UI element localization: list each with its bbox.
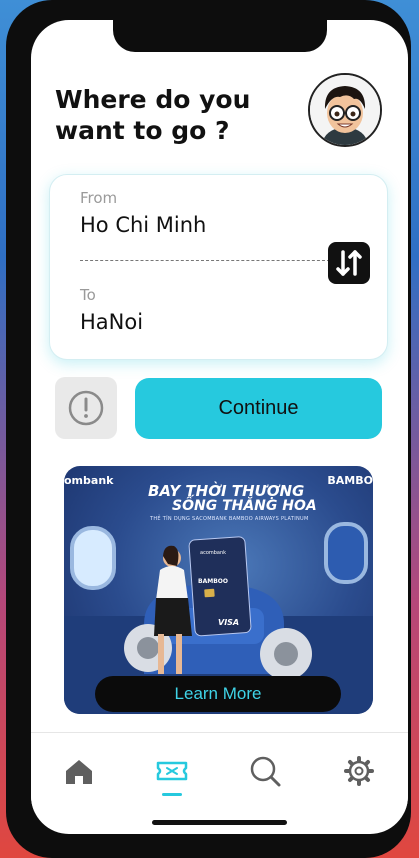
card-brand-text: BAMBOO bbox=[198, 578, 228, 585]
promo-banner[interactable]: ombank BAMBO BAY THỜI THƯỢNG SỐNG THĂNG … bbox=[64, 466, 373, 714]
memoji-avatar-icon bbox=[310, 75, 380, 145]
banner-brand: BAMBO bbox=[327, 474, 373, 487]
banner-bank-name: ombank bbox=[64, 474, 114, 487]
banner-subheadline: THẺ TÍN DỤNG SACOMBANK BAMBOO AIRWAYS PL… bbox=[150, 516, 309, 522]
page-title: Where do you want to go ? bbox=[55, 84, 250, 146]
card-network-text: VISA bbox=[218, 618, 240, 627]
title-line-2: want to go ? bbox=[55, 116, 230, 145]
bottom-tab-bar bbox=[31, 732, 408, 813]
learn-more-button[interactable]: Learn More bbox=[95, 676, 341, 712]
title-line-1: Where do you bbox=[55, 85, 251, 114]
avatar[interactable] bbox=[308, 73, 382, 147]
route-divider bbox=[80, 260, 330, 261]
alert-icon bbox=[68, 390, 104, 426]
app-screen: Where do you want to go ? From Ho Chi Mi… bbox=[31, 20, 408, 834]
card-issuer-text: acombank bbox=[200, 550, 227, 556]
phone-frame: Where do you want to go ? From Ho Chi Mi… bbox=[6, 0, 411, 858]
home-indicator bbox=[152, 820, 287, 825]
from-label: From bbox=[80, 189, 118, 207]
from-field[interactable]: Ho Chi Minh bbox=[80, 213, 206, 237]
tab-search[interactable] bbox=[245, 751, 285, 791]
banner-headline-2: SỐNG THĂNG HOA bbox=[172, 498, 317, 514]
gear-icon bbox=[344, 756, 374, 786]
swap-button[interactable] bbox=[328, 242, 370, 284]
tab-home[interactable] bbox=[59, 751, 99, 791]
continue-button[interactable]: Continue bbox=[135, 378, 382, 439]
swap-arrows-icon bbox=[336, 250, 362, 276]
info-button[interactable] bbox=[55, 377, 117, 439]
tab-settings[interactable] bbox=[339, 751, 379, 791]
to-label: To bbox=[80, 286, 96, 304]
search-icon bbox=[250, 756, 281, 787]
active-tab-indicator bbox=[162, 793, 182, 796]
home-icon bbox=[66, 760, 92, 784]
route-card: From Ho Chi Minh To HaNoi bbox=[49, 174, 388, 360]
to-field[interactable]: HaNoi bbox=[80, 310, 143, 334]
notch bbox=[113, 20, 327, 52]
tab-tickets[interactable] bbox=[152, 751, 192, 791]
ticket-icon bbox=[156, 761, 188, 781]
